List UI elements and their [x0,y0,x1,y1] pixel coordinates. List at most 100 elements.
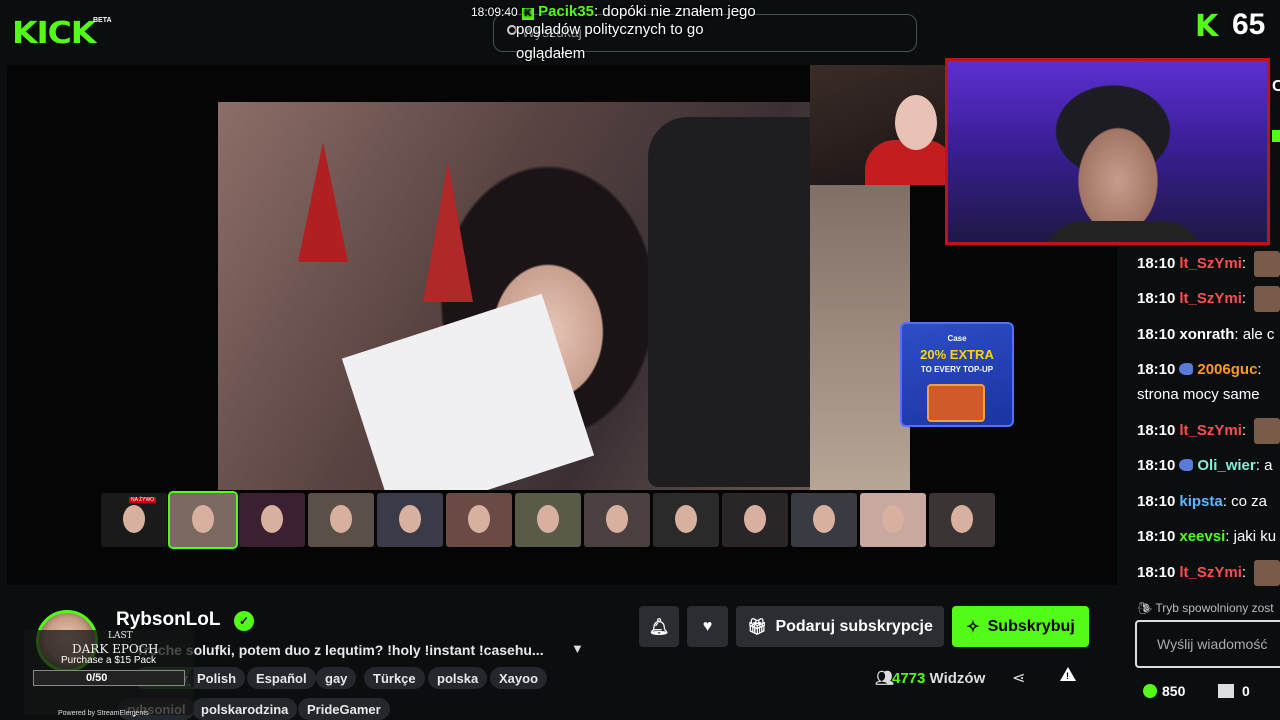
main-stream-camera [218,102,810,490]
stream-thumbnail[interactable] [860,493,926,547]
kick-k-icon: K [1195,9,1219,44]
ad-headline: 20% EXTRA [920,347,994,362]
stream-thumbnail[interactable]: NA ŻYWO [101,493,167,547]
kick-logo[interactable]: KICK [12,16,96,51]
chat-username[interactable]: lt_SzYmi [1179,422,1242,439]
widget-progress-bar [33,670,185,686]
tag[interactable]: Polish [188,667,246,689]
chat-separator: : [1241,422,1247,439]
tag[interactable]: gay [316,667,357,689]
follow-button[interactable]: ♥ [687,606,728,647]
gift-subscription-button[interactable]: 🎁︎ Podaruj subskrypcje [736,606,944,647]
report-exclamation: ! [1066,671,1069,681]
stream-thumbnail[interactable] [584,493,650,547]
stream-thumbnail[interactable] [722,493,788,547]
chat-time: 18:10 [1137,326,1176,343]
chat-time: 18:10 [1137,528,1176,545]
santa-hat-decoration [423,162,473,302]
stream-thumbnail[interactable] [377,493,443,547]
chat-time: 18:10 [1137,255,1176,272]
thumbnail-face [951,505,973,533]
chat-username[interactable]: xeevsi [1179,528,1225,545]
widget-powered-by: Powered by StreamElements [58,710,149,717]
thumbnail-face [468,505,490,533]
chevron-down-icon[interactable]: ▼ [571,641,584,656]
stream-title: Troche solufki, potem duo z lequtim? !ho… [136,642,544,658]
verified-icon: ✓ [234,611,254,631]
ad-brand: Case [947,334,967,343]
store-icon [1218,684,1234,698]
channel-points[interactable]: 850 [1143,683,1185,699]
widget-subtitle: Purchase a $15 Pack [61,655,157,666]
tag[interactable]: polska [428,667,488,689]
overlay-chat-msg-rest: poglądów politycznych to go oglądałem [516,21,704,62]
sponsor-ad: Case 20% EXTRA TO EVERY TOP-UP [900,322,1014,427]
tag[interactable]: Türkçe [364,667,425,689]
case-box-icon [927,384,985,422]
chat-separator: : [1241,564,1247,581]
live-tag: NA ŻYWO [129,497,157,503]
chat-username[interactable]: 2006guc [1197,361,1257,378]
emote-icon [1254,286,1280,312]
chat-username[interactable]: kipsta [1179,493,1222,510]
chat-username[interactable]: xonrath [1179,326,1234,343]
chat-time: 18:10 [1137,361,1176,378]
chat-separator: : [1257,361,1262,378]
chat-separator: : [1225,528,1234,545]
stream-thumbnail[interactable] [929,493,995,547]
person-face [895,95,937,150]
chat-time: 18:10 [1137,422,1176,439]
notification-button[interactable]: 🔔︎ [639,606,679,647]
beta-badge: BETA [93,17,112,24]
stream-thumbnail[interactable] [446,493,512,547]
stream-thumbnail[interactable] [515,493,581,547]
streamer-shirt [1043,221,1203,242]
secondary-camera [810,65,945,185]
store-button[interactable]: 0 [1218,683,1250,699]
tag[interactable]: polskarodzina [192,698,298,720]
stream-thumbnail[interactable] [168,491,238,549]
chat-separator: : [1241,290,1247,307]
chat-username[interactable]: lt_SzYmi [1179,564,1242,581]
stream-thumbnail[interactable] [308,493,374,547]
viewer-number: 4773 [892,670,926,687]
channel-name[interactable]: RybsonLoL [116,609,221,631]
widget-game-title: LAST DARK EPOCH [72,630,158,656]
subscribe-label: Subskrybuj [987,617,1075,635]
users-icon: 👥︎ [875,670,895,687]
thumbnail-face [192,505,214,533]
chat-message: 18:10 lt_SzYmi: [1137,255,1246,272]
thumbnail-face [399,505,421,533]
chat-username[interactable]: lt_SzYmi [1179,290,1242,307]
tag[interactable]: PrideGamer [298,698,390,720]
thumbnail-face [123,505,145,533]
thumbnail-face [330,505,352,533]
sparkle-icon: ✧ [966,618,980,636]
chat-message: 18:10 lt_SzYmi: [1137,290,1246,307]
chat-input[interactable]: Wyślij wiadomość [1135,620,1280,668]
stream-thumbnail[interactable] [653,493,719,547]
emote-icon [1254,560,1280,586]
stream-thumbnail[interactable] [791,493,857,547]
share-icon[interactable]: ⋖ [1012,668,1025,688]
chat-text: ale c [1242,326,1275,343]
chat-separator: : [1234,326,1243,343]
slow-mode-notice: 🐌︎ Tryb spowolniony zost [1137,601,1274,615]
chat-username[interactable]: Oli_wier [1197,457,1255,474]
tag[interactable]: Xayoo [490,667,548,689]
fish-badge-icon [1179,363,1194,375]
slow-mode-text: Tryb spowolniony zost [1155,601,1274,615]
chat-separator: : [1222,493,1232,510]
paper-sheet [341,293,595,490]
thumbnail-face [882,505,904,533]
chat-text: jaki ku [1233,528,1277,545]
chat-input-placeholder: Wyślij wiadomość [1157,636,1268,652]
overlay-counter: 65 [1232,8,1266,41]
subscribe-button[interactable]: ✧ Subskrybuj [952,606,1089,647]
widget-progress-text: 0/50 [86,672,108,684]
chat-time: 18:10 [1137,290,1176,307]
chat-username[interactable]: lt_SzYmi [1179,255,1242,272]
viewer-count: 👥︎4773 Widzów [875,669,985,687]
stream-thumbnail[interactable] [239,493,305,547]
tag[interactable]: Español [247,667,316,689]
